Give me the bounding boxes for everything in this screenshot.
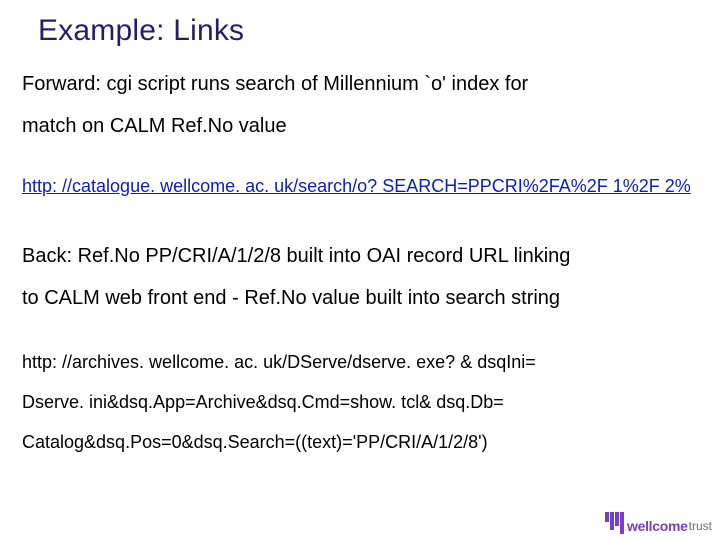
forward-description-line-2: match on CALM Ref.No value bbox=[22, 114, 287, 139]
wellcome-trust-logo: wellcome trust bbox=[605, 506, 712, 534]
logo-trust: trust bbox=[689, 519, 712, 533]
forward-description-line-1: Forward: cgi script runs search of Mille… bbox=[22, 72, 528, 97]
back-url-line-1: http: //archives. wellcome. ac. uk/DServ… bbox=[22, 352, 536, 373]
logo-word: wellcome bbox=[627, 518, 688, 534]
forward-search-link[interactable]: http: //catalogue. wellcome. ac. uk/sear… bbox=[22, 176, 691, 197]
back-description-line-1: Back: Ref.No PP/CRI/A/1/2/8 built into O… bbox=[22, 244, 570, 269]
back-url-line-3: Catalog&dsq.Pos=0&dsq.Search=((text)='PP… bbox=[22, 432, 488, 453]
slide-title: Example: Links bbox=[38, 14, 244, 48]
back-description-line-2: to CALM web front end - Ref.No value bui… bbox=[22, 286, 560, 311]
logo-mark-icon bbox=[605, 512, 625, 534]
back-url-line-2: Dserve. ini&dsq.App=Archive&dsq.Cmd=show… bbox=[22, 392, 504, 413]
slide: Example: Links Forward: cgi script runs … bbox=[0, 0, 720, 540]
